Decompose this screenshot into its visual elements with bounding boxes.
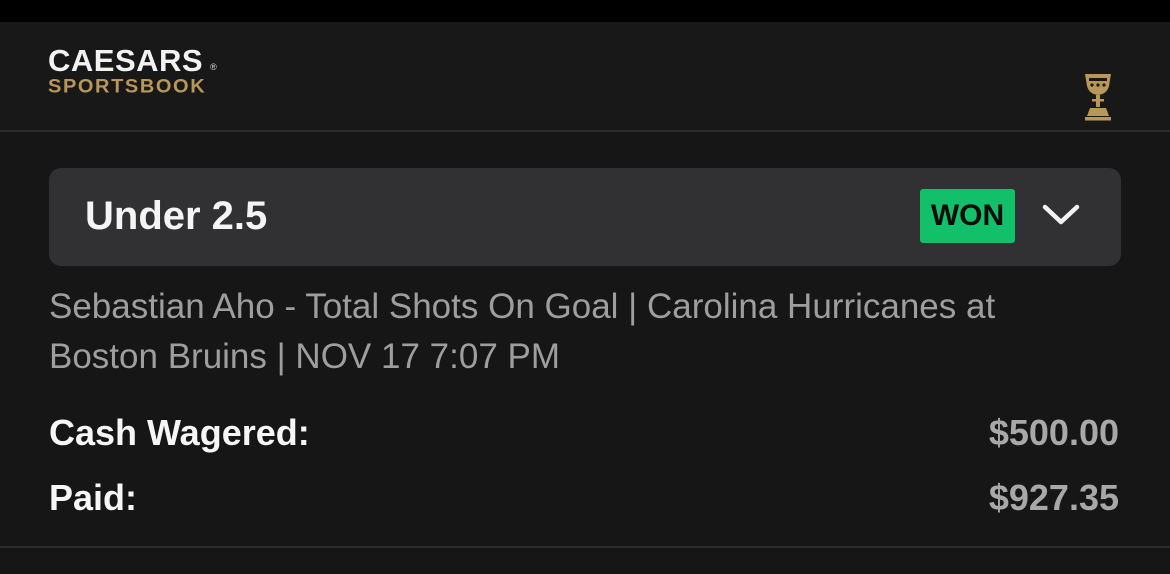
app-header: CAESARS ® SPORTSBOOK: [0, 22, 1170, 132]
trophy-icon[interactable]: [1080, 72, 1116, 122]
chevron-down-icon[interactable]: [1040, 198, 1082, 232]
status-bar: [0, 0, 1170, 22]
bet-event-description: Sebastian Aho - Total Shots On Goal | Ca…: [49, 287, 996, 376]
logo-wordmark: CAESARS ®: [48, 43, 218, 78]
bet-selection-title: Under 2.5: [85, 194, 268, 238]
divider: [0, 546, 1170, 548]
cash-wagered-value: $500.00: [988, 412, 1119, 453]
paid-value: $927.35: [988, 477, 1119, 518]
paid-row: Paid: $927.35: [49, 473, 1119, 523]
paid-label: Paid:: [49, 477, 138, 518]
status-badge: WON: [920, 189, 1015, 243]
cash-wagered-label: Cash Wagered:: [49, 412, 310, 453]
bet-selection-card[interactable]: Under 2.5 WON: [49, 168, 1121, 266]
caesars-sportsbook-logo[interactable]: CAESARS ® SPORTSBOOK: [48, 43, 218, 98]
cash-wagered-row: Cash Wagered: $500.00: [49, 408, 1119, 458]
logo-subtitle: SPORTSBOOK: [48, 76, 207, 98]
